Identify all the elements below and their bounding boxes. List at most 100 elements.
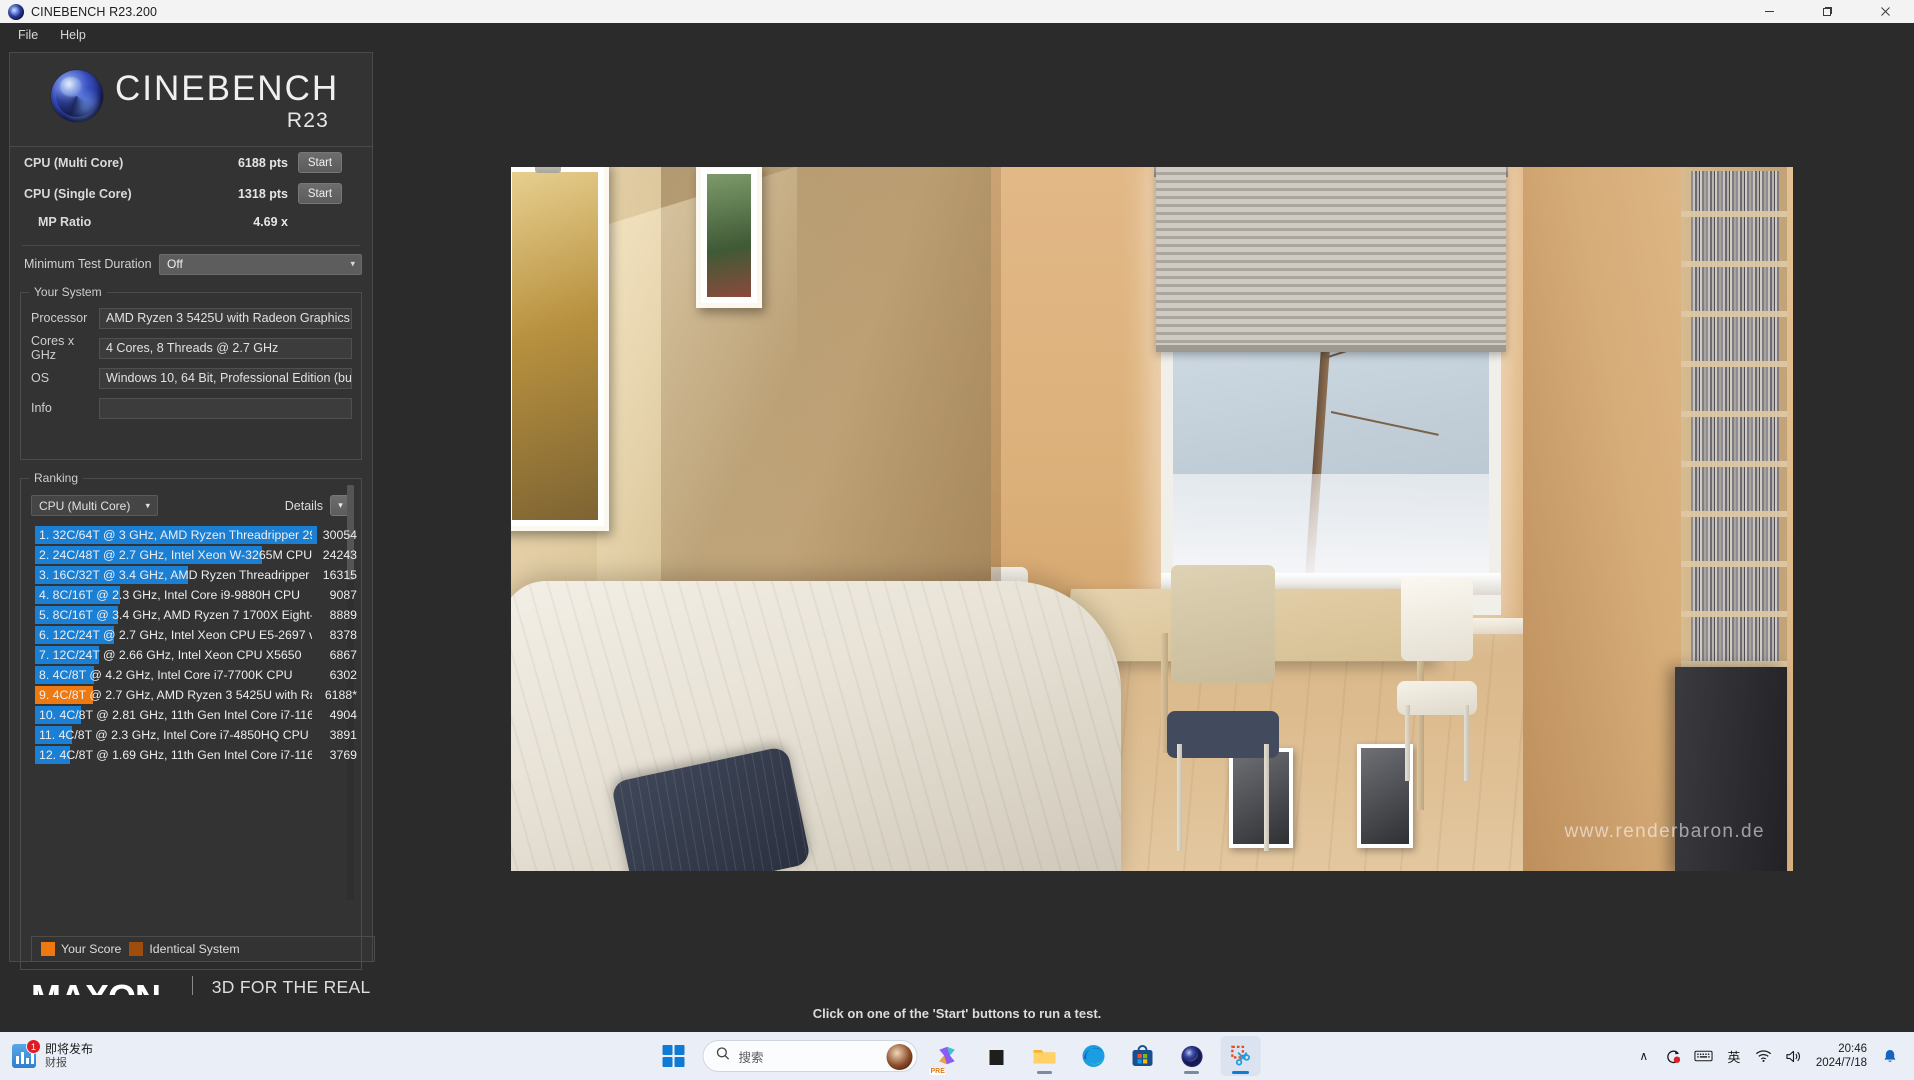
taskbar-app-copilot-pre[interactable]: PRE — [927, 1036, 967, 1076]
left-panel: CINEBENCH R23 CPU (Multi Core) 6188 pts … — [9, 52, 375, 970]
taskbar-app-dark[interactable] — [976, 1036, 1016, 1076]
your-system-title: Your System — [29, 285, 107, 299]
start-button-multi-core[interactable]: Start — [298, 152, 342, 173]
ranking-row[interactable]: 10. 4C/8T @ 2.81 GHz, 11th Gen Intel Cor… — [28, 705, 357, 725]
ranking-row-score: 3891 — [329, 728, 357, 742]
taskbar-app-cinema4d[interactable] — [1172, 1036, 1212, 1076]
status-message: Click on one of the 'Start' buttons to r… — [812, 1006, 1102, 1021]
taskbar-app-snipping-tool[interactable] — [1220, 1036, 1261, 1076]
wifi-icon[interactable] — [1750, 1039, 1778, 1073]
ranking-row[interactable]: 2. 24C/48T @ 2.7 GHz, Intel Xeon W-3265M… — [28, 545, 357, 565]
ranking-row[interactable]: 9. 4C/8T @ 2.7 GHz, AMD Ryzen 3 5425U wi… — [28, 685, 357, 705]
running-indicator — [1037, 1071, 1052, 1074]
field-label: Processor — [31, 311, 88, 325]
search-placeholder: 搜索 — [738, 1050, 764, 1065]
cores-value[interactable]: 4 Cores, 8 Threads @ 2.7 GHz — [99, 337, 352, 359]
ranking-row-score: 6302 — [329, 668, 357, 682]
cinebench-ball-icon — [8, 3, 24, 20]
ranking-row[interactable]: 8. 4C/8T @ 4.2 GHz, Intel Core i7-7700K … — [28, 665, 357, 685]
ime-language-icon[interactable]: 英 — [1720, 1039, 1748, 1073]
update-icon[interactable] — [1660, 1039, 1688, 1073]
window-title: CINEBENCH R23.200 — [31, 4, 158, 19]
score-row-multi-core: CPU (Multi Core) 6188 pts Start — [10, 147, 372, 178]
close-button[interactable] — [1856, 0, 1914, 23]
minimum-test-duration-row: Minimum Test Duration Off ▾ — [10, 246, 372, 282]
ranking-row[interactable]: 4. 8C/16T @ 2.3 GHz, Intel Core i9-9880H… — [28, 585, 357, 605]
ranking-row[interactable]: 6. 12C/24T @ 2.7 GHz, Intel Xeon CPU E5-… — [28, 625, 357, 645]
ranking-list[interactable]: 1. 32C/64T @ 3 GHz, AMD Ryzen Threadripp… — [28, 525, 357, 945]
taskbar-search-box[interactable]: 搜索 — [702, 1040, 918, 1072]
taskbar-app-microsoft-store[interactable] — [1123, 1036, 1163, 1076]
processor-value[interactable]: AMD Ryzen 3 5425U with Radeon Graphics — [99, 307, 352, 329]
ranking-title: Ranking — [29, 471, 84, 485]
info-input[interactable] — [99, 397, 352, 419]
ranking-row-score: 16315 — [322, 568, 357, 582]
legend-your-score: Your Score — [41, 942, 121, 956]
ranking-row[interactable]: 3. 16C/32T @ 3.4 GHz, AMD Ryzen Threadri… — [28, 565, 357, 585]
ranking-row-score: 6867 — [329, 648, 357, 662]
ranking-mode-select[interactable]: CPU (Multi Core) ▾ — [31, 495, 158, 516]
chevron-down-icon: ▾ — [350, 258, 355, 269]
system-field-os: OS Windows 10, 64 Bit, Professional Edit… — [21, 363, 361, 393]
speaker-icon[interactable] — [1780, 1039, 1808, 1073]
earnings-widget-icon: 1 — [12, 1039, 41, 1068]
ranking-row[interactable]: 7. 12C/24T @ 2.66 GHz, Intel Xeon CPU X5… — [28, 645, 357, 665]
ranking-row-label: 8. 4C/8T @ 4.2 GHz, Intel Core i7-7700K … — [39, 668, 293, 682]
maximize-button[interactable] — [1798, 0, 1856, 23]
keyboard-icon[interactable] — [1690, 1039, 1718, 1073]
system-tray: ∧ 英 20:46 2024/7/18 — [1630, 1032, 1914, 1080]
ranking-row-label: 2. 24C/48T @ 2.7 GHz, Intel Xeon W-3265M… — [39, 548, 313, 562]
bell-icon[interactable] — [1876, 1039, 1904, 1073]
score-label: CPU (Single Core) — [24, 186, 132, 201]
details-control[interactable]: Details ▾ — [285, 495, 351, 516]
score-value: 1318 pts — [237, 186, 288, 201]
brand-version: R23 — [286, 109, 329, 132]
menu-file[interactable]: File — [7, 25, 49, 45]
title-bar: CINEBENCH R23.200 — [0, 0, 1914, 23]
taskbar-news-widget[interactable]: 1 即将发布 财报 — [12, 1039, 94, 1071]
ranking-mode-value: CPU (Multi Core) — [39, 498, 131, 513]
windows-taskbar: 1 即将发布 财报 搜索 PRE ∧ 英 20:46 2024/7/18 — [0, 1032, 1914, 1080]
score-row-single-core: CPU (Single Core) 1318 pts Start — [10, 178, 372, 209]
tray-overflow-icon[interactable]: ∧ — [1630, 1039, 1658, 1073]
score-value: 6188 pts — [237, 155, 288, 170]
ranking-row-label: 1. 32C/64T @ 3 GHz, AMD Ryzen Threadripp… — [39, 528, 312, 542]
score-label: CPU (Multi Core) — [24, 155, 124, 170]
taskbar-center-group: 搜索 PRE — [654, 1036, 1261, 1076]
minimize-button[interactable] — [1740, 0, 1798, 23]
render-viewport[interactable]: www.renderbaron.de — [511, 167, 1793, 871]
ranking-row[interactable]: 1. 32C/64T @ 3 GHz, AMD Ryzen Threadripp… — [28, 525, 357, 545]
start-menu-button[interactable] — [654, 1036, 694, 1076]
menu-help[interactable]: Help — [49, 25, 97, 45]
taskbar-clock[interactable]: 20:46 2024/7/18 — [1816, 1042, 1867, 1070]
search-avatar-icon[interactable] — [886, 1044, 913, 1070]
clock-time: 20:46 — [1838, 1042, 1867, 1055]
search-icon — [716, 1046, 731, 1066]
ranking-row-label: 11. 4C/8T @ 2.3 GHz, Intel Core i7-4850H… — [39, 728, 309, 742]
legend-swatch — [129, 942, 144, 956]
taskbar-app-edge[interactable] — [1074, 1036, 1114, 1076]
taskbar-app-file-explorer[interactable] — [1025, 1036, 1065, 1076]
minimum-test-duration-label: Minimum Test Duration — [24, 257, 152, 271]
os-value[interactable]: Windows 10, 64 Bit, Professional Edition… — [99, 367, 352, 389]
ranking-row[interactable]: 12. 4C/8T @ 1.69 GHz, 11th Gen Intel Cor… — [28, 745, 357, 765]
legend-swatch — [41, 942, 55, 956]
start-button-single-core[interactable]: Start — [298, 183, 342, 204]
minimum-test-duration-select[interactable]: Off ▾ — [159, 253, 362, 275]
ranking-row-label: 12. 4C/8T @ 1.69 GHz, 11th Gen Intel Cor… — [39, 748, 313, 762]
field-label: OS — [31, 371, 50, 385]
sofa — [511, 581, 1121, 871]
widget-subtitle: 财报 — [45, 1056, 67, 1069]
your-system-group: Your System Processor AMD Ryzen 3 5425U … — [20, 285, 362, 460]
widget-title: 即将发布 — [45, 1041, 94, 1056]
ranking-row-score: 8889 — [329, 608, 357, 622]
ranking-row[interactable]: 5. 8C/16T @ 3.4 GHz, AMD Ryzen 7 1700X E… — [28, 605, 357, 625]
chair-center — [1167, 565, 1279, 851]
legend-identical-system: Identical System — [129, 942, 240, 956]
mp-ratio-value: 4.69 x — [253, 214, 288, 229]
ranking-row-label: 5. 8C/16T @ 3.4 GHz, AMD Ryzen 7 1700X E… — [39, 608, 312, 622]
score-row-mp-ratio: MP Ratio 4.69 x — [10, 209, 372, 240]
brand-name: CINEBENCH — [115, 69, 340, 108]
ranking-legend: Your Score Identical System — [31, 936, 375, 962]
ranking-row[interactable]: 11. 4C/8T @ 2.3 GHz, Intel Core i7-4850H… — [28, 725, 357, 745]
